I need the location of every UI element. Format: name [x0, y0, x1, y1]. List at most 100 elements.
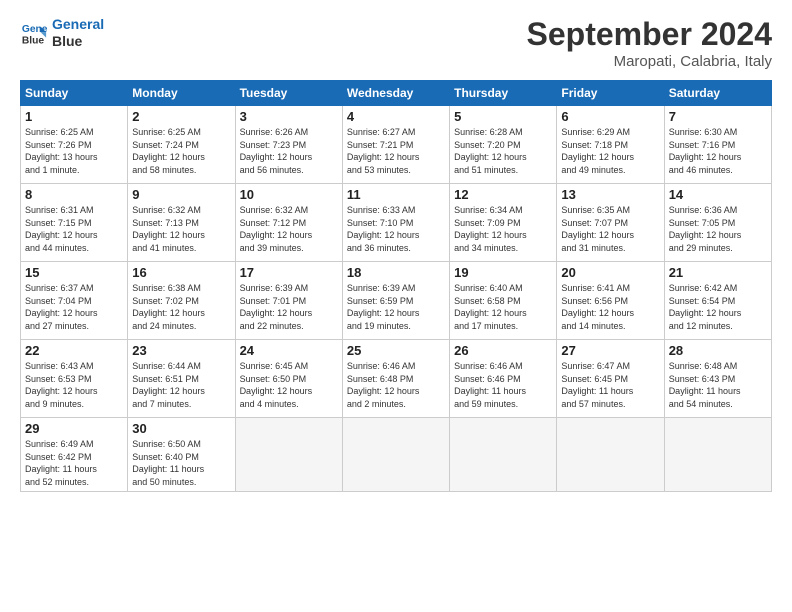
day-number: 28 — [669, 343, 767, 358]
title-block: September 2024 Maropati, Calabria, Italy — [527, 16, 772, 70]
calendar-cell: 22 Sunrise: 6:43 AM Sunset: 6:53 PM Dayli… — [21, 340, 128, 418]
day-number: 6 — [561, 109, 659, 124]
day-info: Sunrise: 6:42 AM Sunset: 6:54 PM Dayligh… — [669, 282, 767, 332]
day-number: 18 — [347, 265, 445, 280]
calendar-header-tuesday: Tuesday — [235, 81, 342, 106]
day-number: 19 — [454, 265, 552, 280]
day-info: Sunrise: 6:35 AM Sunset: 7:07 PM Dayligh… — [561, 204, 659, 254]
day-number: 9 — [132, 187, 230, 202]
day-info: Sunrise: 6:41 AM Sunset: 6:56 PM Dayligh… — [561, 282, 659, 332]
calendar-week-1: 1 Sunrise: 6:25 AM Sunset: 7:26 PM Daylig… — [21, 106, 772, 184]
day-number: 5 — [454, 109, 552, 124]
day-number: 16 — [132, 265, 230, 280]
month-title: September 2024 — [527, 16, 772, 53]
day-number: 4 — [347, 109, 445, 124]
calendar-header-monday: Monday — [128, 81, 235, 106]
day-info: Sunrise: 6:46 AM Sunset: 6:46 PM Dayligh… — [454, 360, 552, 410]
location: Maropati, Calabria, Italy — [527, 53, 772, 70]
calendar-cell: 29 Sunrise: 6:49 AM Sunset: 6:42 PM Dayli… — [21, 418, 128, 492]
day-info: Sunrise: 6:46 AM Sunset: 6:48 PM Dayligh… — [347, 360, 445, 410]
day-number: 13 — [561, 187, 659, 202]
day-info: Sunrise: 6:50 AM Sunset: 6:40 PM Dayligh… — [132, 438, 230, 488]
day-info: Sunrise: 6:44 AM Sunset: 6:51 PM Dayligh… — [132, 360, 230, 410]
day-info: Sunrise: 6:33 AM Sunset: 7:10 PM Dayligh… — [347, 204, 445, 254]
calendar-cell — [664, 418, 771, 492]
calendar-header-friday: Friday — [557, 81, 664, 106]
day-number: 15 — [25, 265, 123, 280]
calendar-cell: 10 Sunrise: 6:32 AM Sunset: 7:12 PM Dayli… — [235, 184, 342, 262]
calendar-header-wednesday: Wednesday — [342, 81, 449, 106]
calendar-cell: 28 Sunrise: 6:48 AM Sunset: 6:43 PM Dayli… — [664, 340, 771, 418]
day-number: 2 — [132, 109, 230, 124]
calendar-cell: 19 Sunrise: 6:40 AM Sunset: 6:58 PM Dayli… — [450, 262, 557, 340]
day-info: Sunrise: 6:25 AM Sunset: 7:24 PM Dayligh… — [132, 126, 230, 176]
calendar-cell: 2 Sunrise: 6:25 AM Sunset: 7:24 PM Daylig… — [128, 106, 235, 184]
day-number: 1 — [25, 109, 123, 124]
calendar-cell — [235, 418, 342, 492]
calendar-cell: 14 Sunrise: 6:36 AM Sunset: 7:05 PM Dayli… — [664, 184, 771, 262]
calendar-week-3: 15 Sunrise: 6:37 AM Sunset: 7:04 PM Dayli… — [21, 262, 772, 340]
day-info: Sunrise: 6:40 AM Sunset: 6:58 PM Dayligh… — [454, 282, 552, 332]
calendar-cell: 16 Sunrise: 6:38 AM Sunset: 7:02 PM Dayli… — [128, 262, 235, 340]
day-info: Sunrise: 6:32 AM Sunset: 7:12 PM Dayligh… — [240, 204, 338, 254]
day-info: Sunrise: 6:49 AM Sunset: 6:42 PM Dayligh… — [25, 438, 123, 488]
day-info: Sunrise: 6:39 AM Sunset: 6:59 PM Dayligh… — [347, 282, 445, 332]
calendar-cell: 7 Sunrise: 6:30 AM Sunset: 7:16 PM Daylig… — [664, 106, 771, 184]
calendar-cell: 3Sunrise: 6:26 AM Sunset: 7:23 PM Daylig… — [235, 106, 342, 184]
calendar-cell: 11Sunrise: 6:33 AM Sunset: 7:10 PM Dayli… — [342, 184, 449, 262]
day-number: 20 — [561, 265, 659, 280]
day-info: Sunrise: 6:29 AM Sunset: 7:18 PM Dayligh… — [561, 126, 659, 176]
day-number: 22 — [25, 343, 123, 358]
day-number: 27 — [561, 343, 659, 358]
calendar-header-saturday: Saturday — [664, 81, 771, 106]
calendar-cell: 9Sunrise: 6:32 AM Sunset: 7:13 PM Daylig… — [128, 184, 235, 262]
calendar-cell: 13 Sunrise: 6:35 AM Sunset: 7:07 PM Dayli… — [557, 184, 664, 262]
day-info: Sunrise: 6:26 AM Sunset: 7:23 PM Dayligh… — [240, 126, 338, 176]
page: General Blue General Blue September 2024… — [0, 0, 792, 612]
day-number: 30 — [132, 421, 230, 436]
calendar-table: SundayMondayTuesdayWednesdayThursdayFrid… — [20, 80, 772, 492]
day-number: 24 — [240, 343, 338, 358]
calendar-cell: 27 Sunrise: 6:47 AM Sunset: 6:45 PM Dayli… — [557, 340, 664, 418]
day-info: Sunrise: 6:43 AM Sunset: 6:53 PM Dayligh… — [25, 360, 123, 410]
calendar-week-5: 29 Sunrise: 6:49 AM Sunset: 6:42 PM Dayli… — [21, 418, 772, 492]
calendar-cell: 20 Sunrise: 6:41 AM Sunset: 6:56 PM Dayli… — [557, 262, 664, 340]
day-info: Sunrise: 6:27 AM Sunset: 7:21 PM Dayligh… — [347, 126, 445, 176]
logo-line2: Blue — [52, 33, 104, 50]
calendar-cell — [557, 418, 664, 492]
day-number: 17 — [240, 265, 338, 280]
logo-icon: General Blue — [20, 19, 48, 47]
day-number: 23 — [132, 343, 230, 358]
day-number: 26 — [454, 343, 552, 358]
day-info: Sunrise: 6:34 AM Sunset: 7:09 PM Dayligh… — [454, 204, 552, 254]
calendar-cell: 15 Sunrise: 6:37 AM Sunset: 7:04 PM Dayli… — [21, 262, 128, 340]
header: General Blue General Blue September 2024… — [20, 16, 772, 70]
day-info: Sunrise: 6:36 AM Sunset: 7:05 PM Dayligh… — [669, 204, 767, 254]
day-number: 12 — [454, 187, 552, 202]
calendar-cell: 1 Sunrise: 6:25 AM Sunset: 7:26 PM Daylig… — [21, 106, 128, 184]
calendar-cell: 12 Sunrise: 6:34 AM Sunset: 7:09 PM Dayli… — [450, 184, 557, 262]
calendar-cell — [342, 418, 449, 492]
day-info: Sunrise: 6:47 AM Sunset: 6:45 PM Dayligh… — [561, 360, 659, 410]
day-info: Sunrise: 6:25 AM Sunset: 7:26 PM Dayligh… — [25, 126, 123, 176]
day-info: Sunrise: 6:31 AM Sunset: 7:15 PM Dayligh… — [25, 204, 123, 254]
day-number: 29 — [25, 421, 123, 436]
calendar-week-2: 8 Sunrise: 6:31 AM Sunset: 7:15 PM Daylig… — [21, 184, 772, 262]
day-info: Sunrise: 6:30 AM Sunset: 7:16 PM Dayligh… — [669, 126, 767, 176]
calendar-cell: 25 Sunrise: 6:46 AM Sunset: 6:48 PM Dayli… — [342, 340, 449, 418]
calendar-cell: 5Sunrise: 6:28 AM Sunset: 7:20 PM Daylig… — [450, 106, 557, 184]
day-info: Sunrise: 6:37 AM Sunset: 7:04 PM Dayligh… — [25, 282, 123, 332]
day-info: Sunrise: 6:38 AM Sunset: 7:02 PM Dayligh… — [132, 282, 230, 332]
logo: General Blue General Blue — [20, 16, 104, 50]
calendar-cell: 4 Sunrise: 6:27 AM Sunset: 7:21 PM Daylig… — [342, 106, 449, 184]
day-number: 7 — [669, 109, 767, 124]
day-number: 8 — [25, 187, 123, 202]
day-info: Sunrise: 6:48 AM Sunset: 6:43 PM Dayligh… — [669, 360, 767, 410]
day-number: 14 — [669, 187, 767, 202]
day-number: 25 — [347, 343, 445, 358]
calendar-cell: 18 Sunrise: 6:39 AM Sunset: 6:59 PM Dayli… — [342, 262, 449, 340]
calendar-cell — [450, 418, 557, 492]
calendar-week-4: 22 Sunrise: 6:43 AM Sunset: 6:53 PM Dayli… — [21, 340, 772, 418]
day-number: 10 — [240, 187, 338, 202]
day-number: 21 — [669, 265, 767, 280]
